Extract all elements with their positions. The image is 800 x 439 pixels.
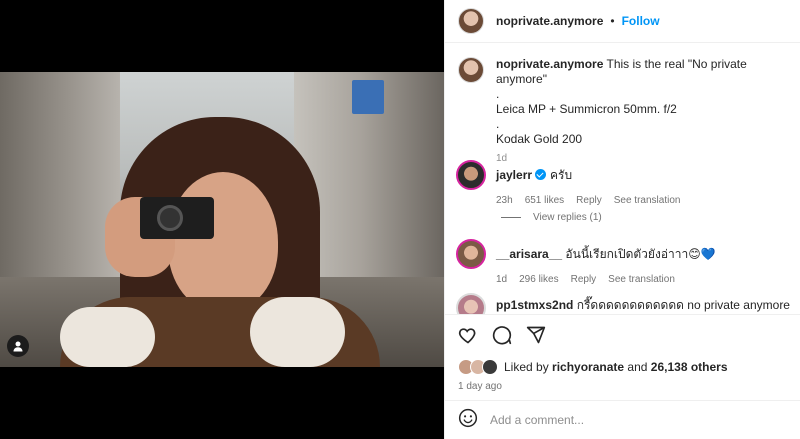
- comment: jaylerr ครับ 23h 651 likes Reply See tran…: [456, 160, 680, 206]
- heart-icon[interactable]: [458, 325, 478, 350]
- caption-avatar[interactable]: [458, 57, 484, 83]
- share-icon[interactable]: [526, 325, 546, 350]
- liker-avatar: [482, 359, 498, 375]
- comment-avatar[interactable]: [456, 239, 486, 269]
- comment-avatar[interactable]: [456, 293, 486, 314]
- comment-username[interactable]: pp1stmxs2nd: [496, 298, 573, 312]
- liked-by-and: and: [627, 360, 648, 374]
- caption-dot: .: [496, 87, 500, 101]
- post-actions: Liked by richyoranate and 26,138 others …: [445, 314, 800, 400]
- subject-collar-left: [60, 307, 155, 367]
- see-translation-button[interactable]: See translation: [614, 195, 681, 206]
- camera-lens: [157, 205, 183, 231]
- post-photo[interactable]: [0, 72, 444, 367]
- comment-text: อันนี้เรียกเปิดตัวยังอ่าาา😊💙: [565, 247, 716, 261]
- comment-likes[interactable]: 651 likes: [525, 195, 564, 206]
- post-header: noprivate.anymore • Follow: [445, 0, 800, 43]
- user-tag-icon[interactable]: [7, 335, 29, 357]
- comment-text: ครับ: [550, 168, 573, 182]
- liked-by-others[interactable]: 26,138 others: [651, 360, 728, 374]
- comment-username[interactable]: __arisara__: [496, 247, 562, 261]
- comment-text: กรี๊ดดดดดดดดดดดด no private anymore: [576, 298, 790, 312]
- liked-by-prefix: Liked by: [504, 360, 549, 374]
- caption-line: Kodak Gold 200: [496, 132, 583, 146]
- author-avatar[interactable]: [458, 8, 484, 34]
- subject-collar-right: [250, 297, 345, 367]
- replies-divider: [501, 217, 521, 218]
- comment-meta: 1d 296 likes Reply See translation: [496, 274, 716, 285]
- caption-body: noprivate.anymore This is the real "No p…: [496, 57, 786, 166]
- reply-button[interactable]: Reply: [576, 195, 602, 206]
- comment-body: jaylerr ครับ 23h 651 likes Reply See tran…: [496, 160, 680, 206]
- liked-by-user[interactable]: richyoranate: [552, 360, 624, 374]
- post-date[interactable]: 1 day ago: [458, 381, 502, 392]
- see-translation-button[interactable]: See translation: [608, 274, 675, 285]
- comment-likes[interactable]: 296 likes: [519, 274, 558, 285]
- subject-face: [168, 172, 278, 312]
- likes-summary[interactable]: Liked by richyoranate and 26,138 others: [458, 359, 728, 375]
- comment-avatar[interactable]: [456, 160, 486, 190]
- comments-list[interactable]: noprivate.anymore This is the real "No p…: [445, 44, 800, 314]
- comment-body: pp1stmxs2nd กรี๊ดดดดดดดดดดดด no private …: [496, 293, 790, 314]
- comment: pp1stmxs2nd กรี๊ดดดดดดดดดดดด no private …: [456, 293, 790, 314]
- caption: noprivate.anymore This is the real "No p…: [458, 57, 786, 166]
- street-sign: [352, 80, 384, 114]
- comment-age[interactable]: 1d: [496, 274, 507, 285]
- post-side-panel: noprivate.anymore • Follow noprivate.any…: [444, 0, 800, 439]
- comment-username[interactable]: jaylerr: [496, 168, 532, 182]
- emoji-icon[interactable]: [458, 408, 478, 433]
- caption-dot: .: [496, 117, 500, 131]
- verified-badge-icon: [535, 169, 547, 180]
- author-username[interactable]: noprivate.anymore: [496, 14, 603, 28]
- header-separator: •: [610, 14, 615, 28]
- post-media: [0, 0, 444, 439]
- comment-meta: 23h 651 likes Reply See translation: [496, 195, 680, 206]
- comment-age[interactable]: 23h: [496, 195, 513, 206]
- follow-button[interactable]: Follow: [622, 14, 660, 28]
- comment: __arisara__ อันนี้เรียกเปิดตัวยังอ่าาา😊💙…: [456, 239, 716, 285]
- comment-body: __arisara__ อันนี้เรียกเปิดตัวยังอ่าาา😊💙…: [496, 239, 716, 285]
- view-replies-label: View replies (1): [533, 212, 602, 223]
- caption-username[interactable]: noprivate.anymore: [496, 57, 603, 71]
- post-dialog: noprivate.anymore • Follow noprivate.any…: [0, 0, 800, 439]
- comment-icon[interactable]: [492, 325, 512, 350]
- reply-button[interactable]: Reply: [571, 274, 597, 285]
- add-comment-bar: [445, 400, 800, 439]
- caption-line: Leica MP + Summicron 50mm. f/2: [496, 102, 677, 116]
- liker-avatars: [458, 359, 498, 375]
- action-icons: [458, 325, 546, 350]
- add-comment-input[interactable]: [490, 413, 770, 427]
- view-replies-button[interactable]: View replies (1): [501, 212, 602, 223]
